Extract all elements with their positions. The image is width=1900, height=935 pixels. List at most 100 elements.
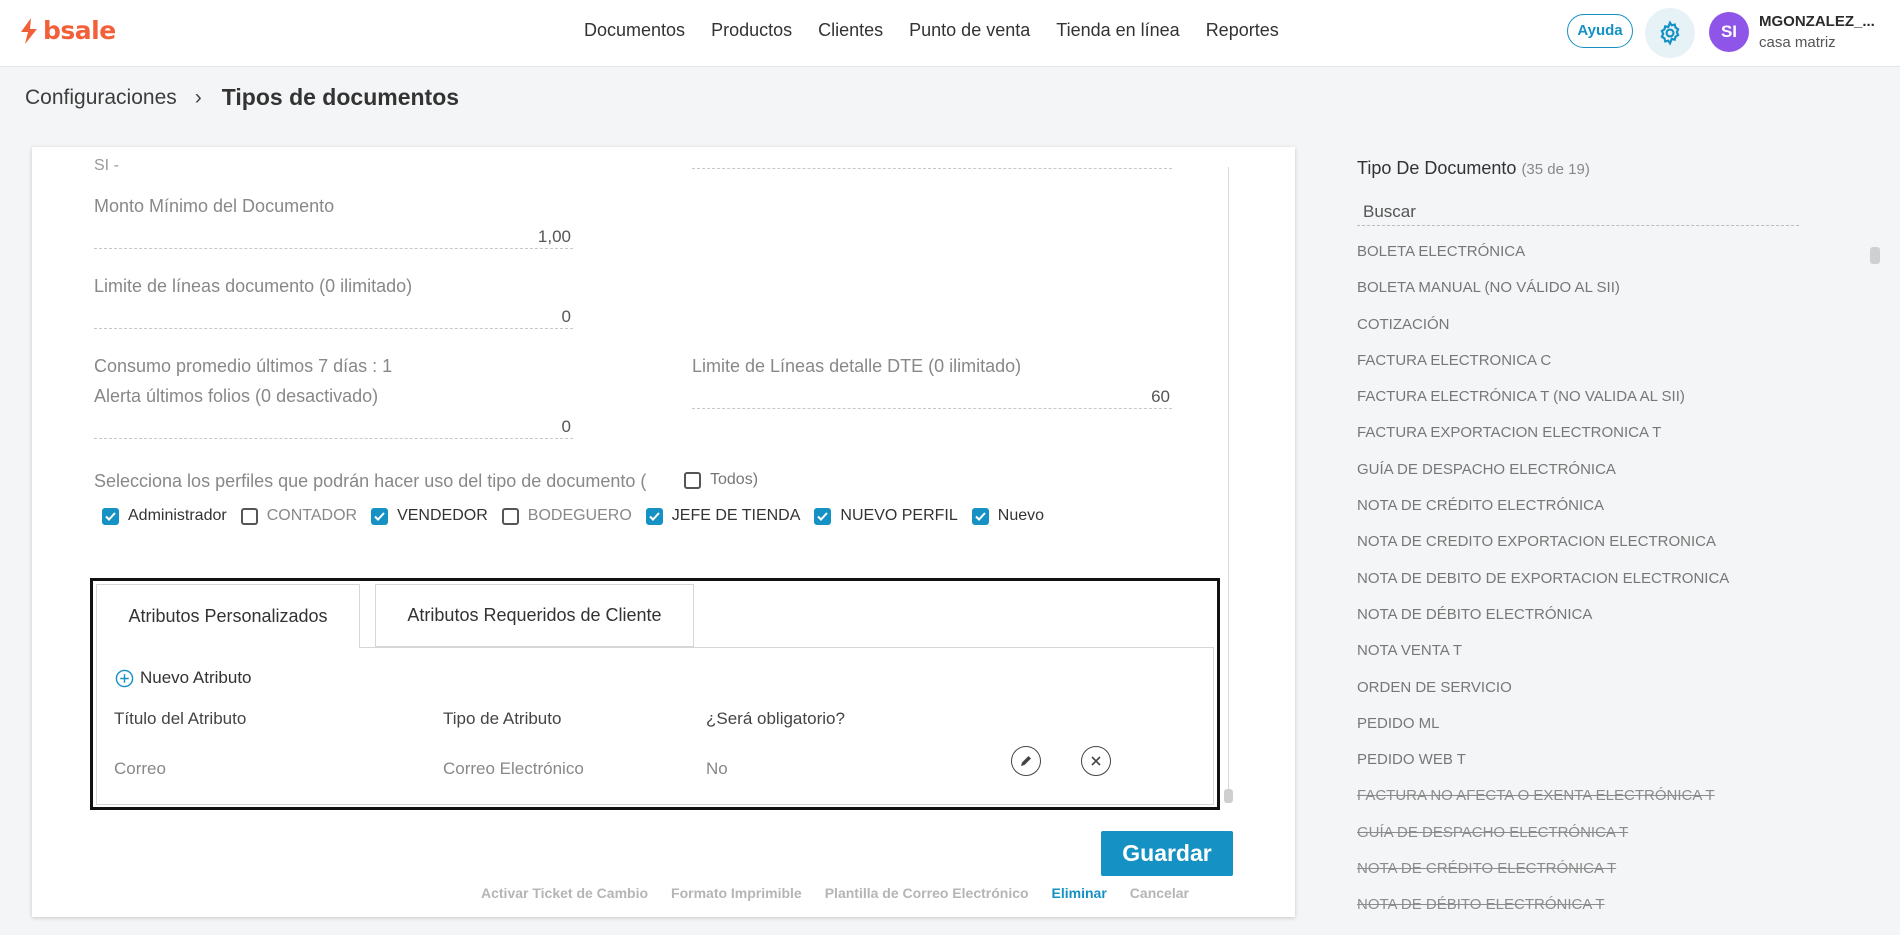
search-input[interactable]	[1357, 198, 1799, 226]
email-template-link[interactable]: Plantilla de Correo Electrónico	[825, 885, 1029, 901]
checkbox-label: NUEVO PERFIL	[840, 507, 958, 524]
list-item[interactable]: FACTURA EXPORTACION ELECTRONICA T	[1357, 424, 1827, 460]
nav-productos[interactable]: Productos	[711, 20, 792, 41]
footer-actions: Activar Ticket de Cambio Formato Imprimi…	[481, 885, 1189, 901]
printable-format-link[interactable]: Formato Imprimible	[671, 885, 802, 901]
activate-exchange-ticket-link[interactable]: Activar Ticket de Cambio	[481, 885, 648, 901]
list-item[interactable]: GUÍA DE DESPACHO ELECTRÓNICA	[1357, 461, 1827, 497]
profile-checkboxes: Administrador CONTADOR VENDEDOR BODEGUER…	[102, 507, 1058, 525]
line-limit-label: Limite de líneas documento (0 ilimitado)	[94, 276, 413, 296]
check-icon	[814, 507, 832, 525]
nav-tienda-en-linea[interactable]: Tienda en línea	[1056, 20, 1179, 41]
list-item[interactable]: NOTA DE CRÉDITO ELECTRÓNICA T	[1357, 860, 1827, 896]
folio-alert-input[interactable]: 0	[94, 417, 573, 439]
attributes-panel: Atributos Personalizados Atributos Reque…	[90, 578, 1220, 810]
checkbox-contador[interactable]: CONTADOR	[240, 507, 357, 525]
checkbox-administrador[interactable]: Administrador	[102, 507, 227, 525]
list-scrollbar-thumb[interactable]	[1870, 247, 1880, 264]
attribute-row-required: No	[706, 759, 728, 778]
close-icon	[1091, 756, 1101, 766]
checkbox-icon	[240, 507, 258, 525]
list-count: (35 de 19)	[1521, 161, 1590, 178]
profiles-label-close: )	[752, 471, 759, 488]
breadcrumb: Configuraciones › Tipos de documentos	[25, 84, 459, 111]
check-icon	[102, 507, 119, 525]
brand-logo[interactable]: bsale	[18, 16, 116, 45]
attribute-row-type: Correo Electrónico	[443, 759, 584, 778]
tab-atributos-requeridos-cliente[interactable]: Atributos Requeridos de Cliente	[375, 584, 694, 647]
min-amount-input[interactable]: 1,00	[94, 227, 573, 249]
list-item[interactable]: BOLETA ELECTRÓNICA	[1357, 243, 1827, 279]
column-header-required: ¿Será obligatorio?	[706, 709, 845, 728]
list-item[interactable]: NOTA DE CREDITO EXPORTACION ELECTRONICA	[1357, 533, 1827, 569]
list-item[interactable]: NOTA DE DEBITO DE EXPORTACION ELECTRONIC…	[1357, 570, 1827, 606]
document-type-list: BOLETA ELECTRÓNICA BOLETA MANUAL (NO VÁL…	[1357, 243, 1827, 933]
list-item[interactable]: FACTURA ELECTRONICA C	[1357, 352, 1827, 388]
clipped-field-input[interactable]	[692, 147, 1172, 169]
help-button[interactable]: Ayuda	[1567, 14, 1633, 48]
nav-clientes[interactable]: Clientes	[818, 20, 883, 41]
checkbox-nuevo[interactable]: Nuevo	[971, 507, 1044, 525]
checkbox-icon	[684, 471, 701, 489]
nav-documentos[interactable]: Documentos	[584, 20, 685, 41]
list-title-text: Tipo De Documento	[1357, 158, 1517, 178]
list-item[interactable]: BOLETA MANUAL (NO VÁLIDO AL SII)	[1357, 279, 1827, 315]
save-button[interactable]: Guardar	[1101, 831, 1233, 876]
list-item[interactable]: NOTA VENTA T	[1357, 642, 1827, 678]
main-nav: Documentos Productos Clientes Punto de v…	[584, 20, 1305, 41]
checkbox-todos[interactable]: Todos )	[684, 471, 758, 489]
edit-attribute-button[interactable]	[1011, 746, 1041, 776]
checkbox-vendedor[interactable]: VENDEDOR	[371, 507, 488, 525]
user-branch: casa matriz	[1759, 34, 1836, 51]
profiles-label: Selecciona los perfiles que podrán hacer…	[94, 471, 647, 491]
nav-punto-de-venta[interactable]: Punto de venta	[909, 20, 1030, 41]
list-item[interactable]: COTIZACIÓN	[1357, 316, 1827, 352]
user-name[interactable]: MGONZALEZ_...	[1759, 13, 1875, 30]
bsale-logo-icon	[21, 17, 37, 44]
delete-attribute-button[interactable]	[1081, 746, 1111, 776]
document-type-list-title: Tipo De Documento (35 de 19)	[1357, 158, 1590, 179]
checkbox-jefe-de-tienda[interactable]: JEFE DE TIENDA	[645, 507, 800, 525]
list-item[interactable]: PEDIDO ML	[1357, 715, 1827, 751]
check-icon	[971, 507, 989, 525]
checkbox-bodeguero[interactable]: BODEGUERO	[501, 507, 632, 525]
list-item[interactable]: FACTURA NO AFECTA O EXENTA ELECTRÓNICA T	[1357, 787, 1827, 823]
list-item[interactable]: NOTA DE DÉBITO ELECTRÓNICA	[1357, 606, 1827, 642]
plus-circle-icon	[115, 669, 134, 687]
delete-link[interactable]: Eliminar	[1052, 885, 1107, 901]
form-scrollbar-thumb[interactable]	[1224, 789, 1233, 803]
list-item[interactable]: ORDEN DE SERVICIO	[1357, 679, 1827, 715]
list-item[interactable]: NOTA DE DÉBITO ELECTRÓNICA T	[1357, 896, 1827, 932]
tab-atributos-personalizados[interactable]: Atributos Personalizados	[96, 584, 360, 648]
line-limit-input[interactable]: 0	[94, 307, 573, 329]
min-amount-label: Monto Mínimo del Documento	[94, 196, 335, 216]
settings-button[interactable]	[1645, 8, 1695, 58]
new-attribute-label: Nuevo Atributo	[140, 668, 252, 687]
column-header-type: Tipo de Atributo	[443, 709, 562, 728]
document-type-form: SI - Monto Mínimo del Documento 1,00 Lim…	[32, 147, 1295, 917]
chevron-right-icon: ›	[194, 85, 202, 109]
list-item[interactable]: PEDIDO WEB T	[1357, 751, 1827, 787]
column-header-title: Título del Atributo	[114, 709, 247, 728]
checkbox-icon	[501, 507, 519, 525]
avg-consumption-text: Consumo promedio últimos 7 días : 1	[94, 356, 393, 376]
list-item[interactable]: FACTURA ELECTRÓNICA T (NO VALIDA AL SII)	[1357, 388, 1827, 424]
attributes-tab-content: Nuevo Atributo Título del Atributo Tipo …	[96, 647, 1214, 805]
cancel-link[interactable]: Cancelar	[1130, 885, 1189, 901]
checkbox-label: BODEGUERO	[527, 507, 632, 524]
checkbox-nuevo-perfil[interactable]: NUEVO PERFIL	[814, 507, 958, 525]
check-icon	[645, 507, 663, 525]
dte-limit-input[interactable]: 60	[692, 387, 1172, 409]
new-attribute-button[interactable]: Nuevo Atributo	[115, 668, 252, 688]
pencil-icon	[1021, 756, 1031, 766]
list-item[interactable]: GUÍA DE DESPACHO ELECTRÓNICA T	[1357, 824, 1827, 860]
nav-reportes[interactable]: Reportes	[1206, 20, 1279, 41]
list-item[interactable]: NOTA DE CRÉDITO ELECTRÓNICA	[1357, 497, 1827, 533]
brand-name: bsale	[43, 16, 116, 45]
gear-icon	[1660, 20, 1680, 46]
user-avatar[interactable]: SI	[1709, 12, 1749, 52]
form-scrollbar-track[interactable]	[1228, 167, 1229, 797]
breadcrumb-configuraciones[interactable]: Configuraciones	[25, 86, 177, 110]
check-icon	[371, 507, 389, 525]
folio-alert-label: Alerta últimos folios (0 desactivado)	[94, 386, 379, 406]
